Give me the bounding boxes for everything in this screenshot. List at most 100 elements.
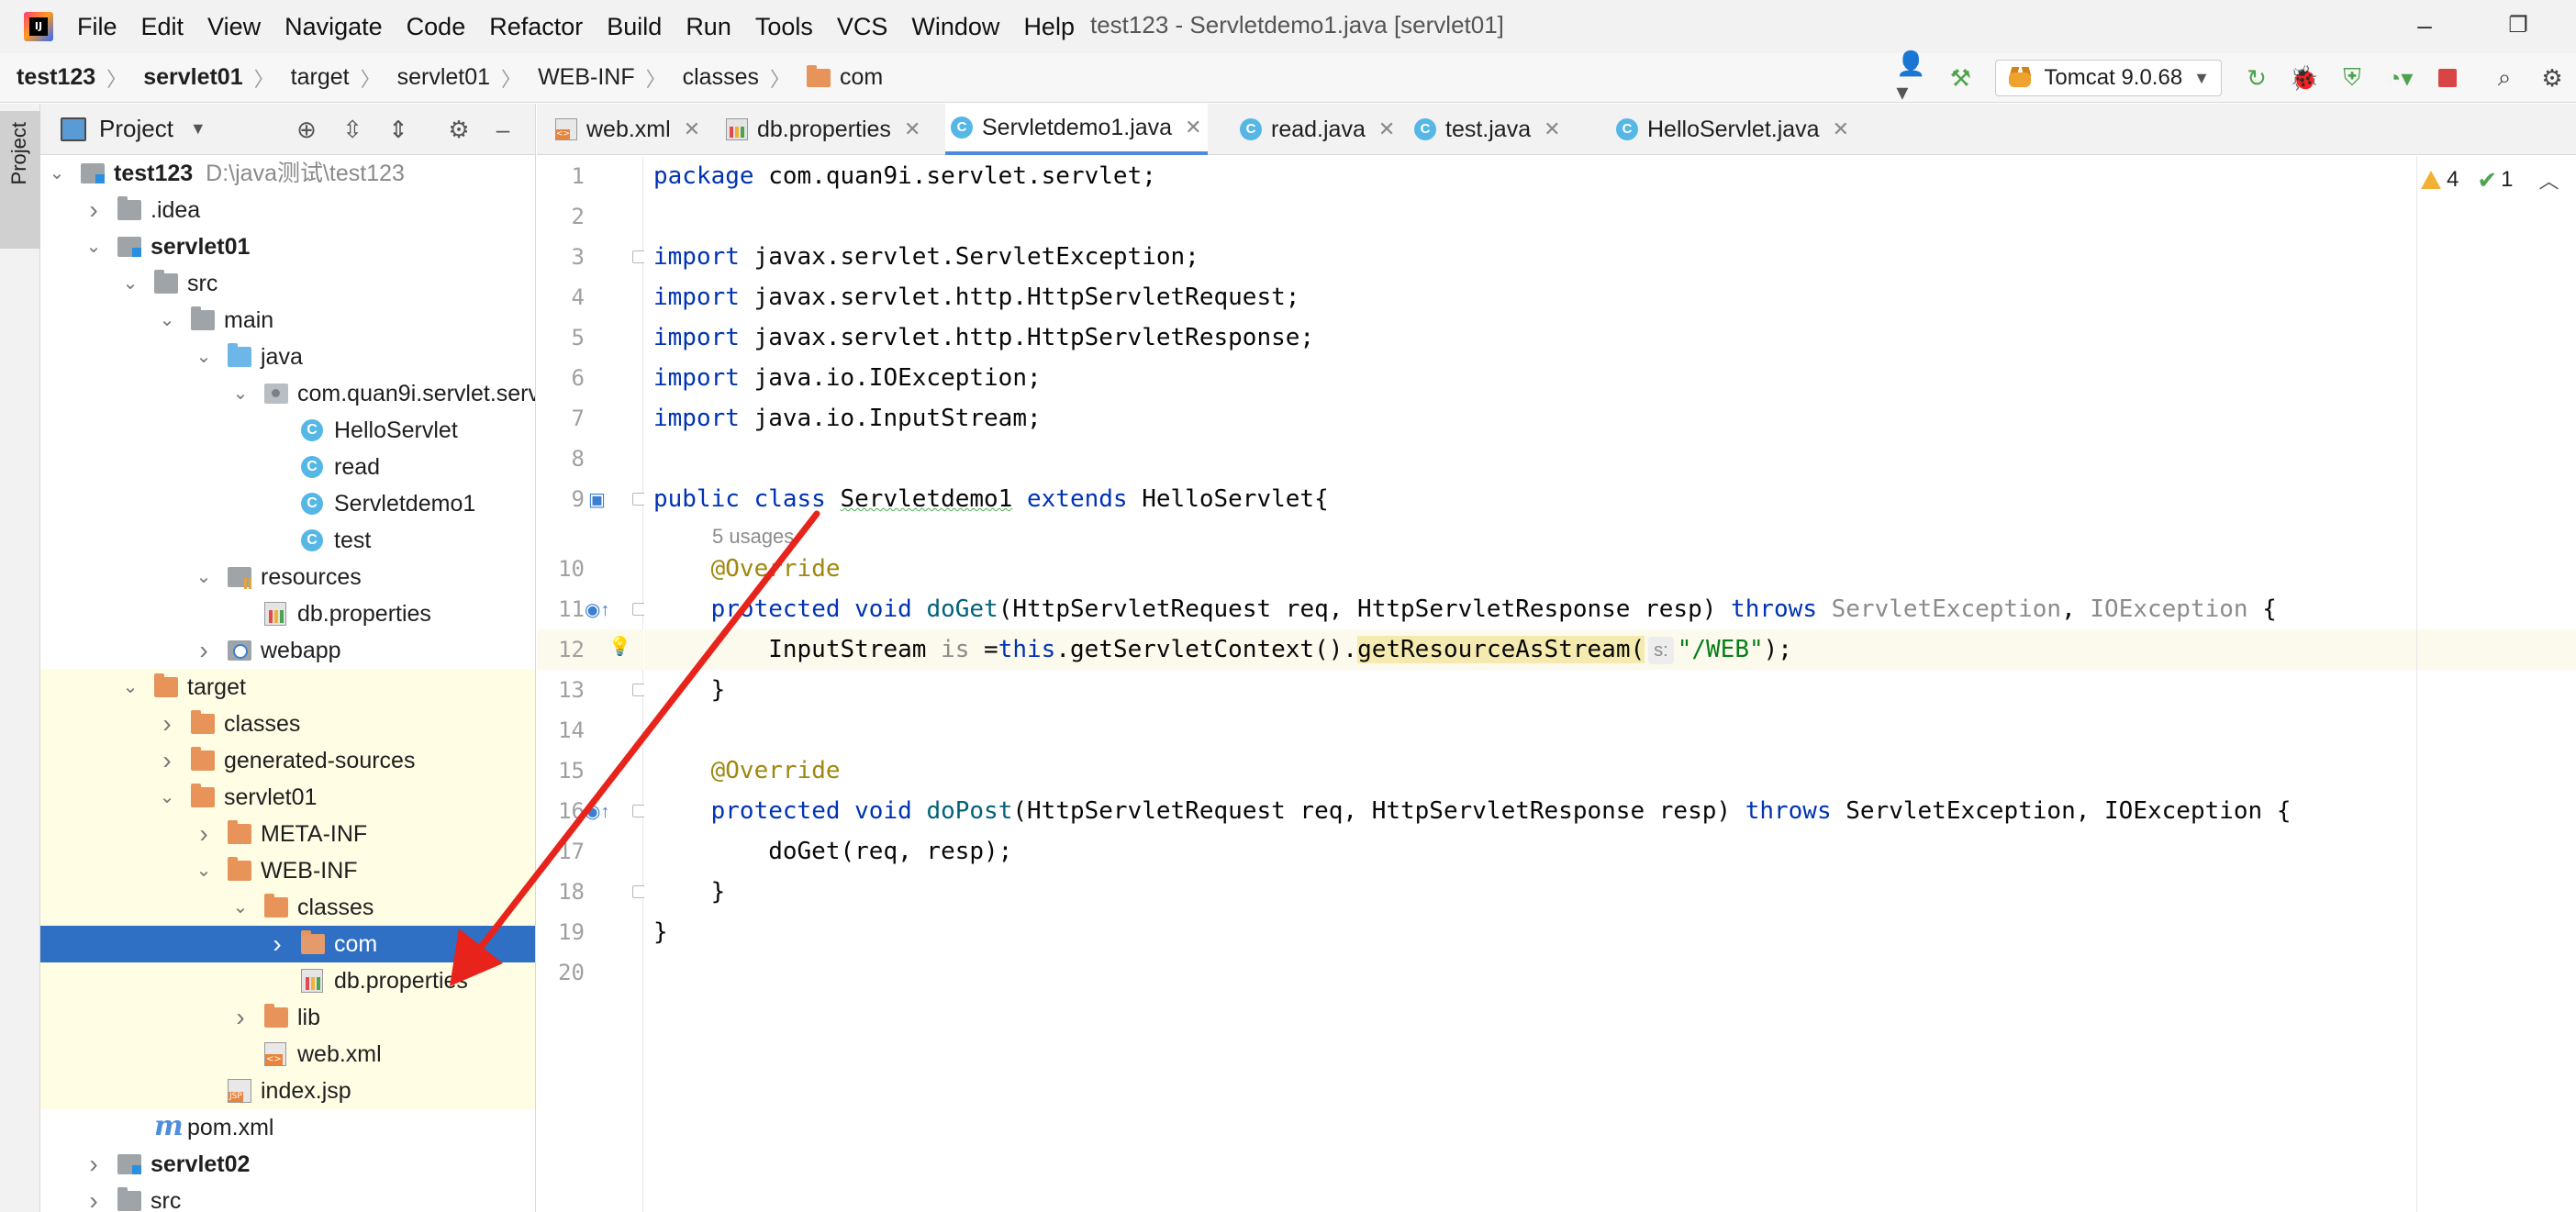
editor-tab[interactable]: C HelloServlet.java ✕ xyxy=(1611,104,1855,155)
chevron-right-icon[interactable]: › xyxy=(195,816,213,852)
chevron-down-icon[interactable]: ⌄ xyxy=(48,155,66,192)
chevron-right-icon[interactable]: › xyxy=(158,742,176,779)
minimize-icon[interactable]: – xyxy=(2406,7,2443,44)
restore-icon[interactable]: ❐ xyxy=(2500,7,2537,44)
chevron-down-icon[interactable]: ⌄ xyxy=(231,375,250,412)
chevron-down-icon[interactable]: ⌄ xyxy=(158,779,176,816)
menu-vcs[interactable]: VCS xyxy=(837,13,888,41)
chevron-down-icon[interactable]: ⌄ xyxy=(121,265,139,302)
coverage-icon[interactable]: ⛨ xyxy=(2336,61,2369,95)
tree-item[interactable]: ⌄ servlet01 xyxy=(40,779,535,816)
breadcrumb-item[interactable]: test123 〉 xyxy=(0,63,127,93)
menu-edit[interactable]: Edit xyxy=(141,13,184,41)
project-panel-title[interactable]: Project xyxy=(99,115,173,143)
chevron-down-icon[interactable]: ⌄ xyxy=(195,339,213,375)
tree-item[interactable]: ⌄ WEB-INF xyxy=(40,852,535,889)
editor-tab[interactable]: C Servletdemo1.java ✕ xyxy=(945,104,1208,155)
tree-item[interactable]: › src xyxy=(40,1183,535,1212)
tree-item[interactable]: › servlet02 xyxy=(40,1146,535,1183)
locate-icon[interactable]: ⊕ xyxy=(290,113,323,146)
chevron-down-icon[interactable]: ▼ xyxy=(190,119,206,139)
tree-item[interactable]: ⌄ java xyxy=(40,339,535,375)
tree-item[interactable]: db.properties xyxy=(40,962,535,999)
tree-item[interactable]: ⌄ classes xyxy=(40,889,535,926)
chevron-right-icon[interactable]: › xyxy=(158,706,176,742)
tree-item[interactable]: › generated-sources xyxy=(40,742,535,779)
chevron-right-icon[interactable]: › xyxy=(84,1146,103,1183)
override-method-icon[interactable]: ◉↑ xyxy=(585,598,609,621)
chevron-down-icon[interactable]: ⌄ xyxy=(158,302,176,339)
chevron-right-icon[interactable]: › xyxy=(84,1183,103,1212)
rerun-icon[interactable]: ↻ xyxy=(2240,61,2273,95)
tree-item[interactable]: › webapp xyxy=(40,632,535,669)
user-icon[interactable]: 👤▾ xyxy=(1896,50,1929,106)
chevron-right-icon[interactable]: › xyxy=(268,926,286,962)
menu-build[interactable]: Build xyxy=(607,13,662,41)
breadcrumb-item[interactable]: servlet01 〉 xyxy=(127,63,273,93)
close-icon[interactable]: ✕ xyxy=(1833,117,1849,141)
close-icon[interactable]: ✕ xyxy=(684,117,700,141)
fold-icon[interactable] xyxy=(632,684,645,696)
fold-icon[interactable] xyxy=(632,603,645,616)
chevron-down-icon[interactable]: ⌄ xyxy=(195,559,213,595)
breadcrumb-item[interactable]: com xyxy=(790,64,883,91)
chevron-right-icon[interactable]: › xyxy=(84,192,103,228)
tree-item[interactable]: ⌄ servlet01 xyxy=(40,228,535,265)
menu-help[interactable]: Help xyxy=(1023,13,1075,41)
chevron-down-icon[interactable]: ⌄ xyxy=(231,889,250,926)
tree-item[interactable]: index.jsp xyxy=(40,1073,535,1109)
menu-view[interactable]: View xyxy=(207,13,261,41)
tree-item[interactable]: › com xyxy=(40,926,535,962)
breadcrumb-item[interactable]: WEB-INF 〉 xyxy=(521,63,666,93)
editor-tab[interactable]: Cread.java ✕ xyxy=(1234,104,1400,155)
chevron-down-icon[interactable]: ⌄ xyxy=(121,669,139,706)
menu-refactor[interactable]: Refactor xyxy=(489,13,583,41)
chevron-up-icon[interactable]: ︿ xyxy=(2539,165,2559,195)
tree-item[interactable]: db.properties xyxy=(40,595,535,632)
fold-icon[interactable] xyxy=(632,250,645,263)
fold-icon[interactable] xyxy=(632,493,645,506)
project-tool-tab[interactable]: Project xyxy=(0,111,40,249)
menu-run[interactable]: Run xyxy=(686,13,731,41)
debug-icon[interactable]: 🐞 xyxy=(2288,61,2321,95)
code-editor[interactable]: package com.quan9i.servlet.servlet; impo… xyxy=(644,156,2576,1212)
tree-item[interactable]: m pom.xml xyxy=(40,1109,535,1146)
tree-item[interactable]: Cread xyxy=(40,449,535,485)
tree-item[interactable]: › lib xyxy=(40,999,535,1036)
editor-tab[interactable]: Ctest.java ✕ xyxy=(1409,104,1567,155)
tree-item[interactable]: Ctest xyxy=(40,522,535,559)
breadcrumb-item[interactable]: classes 〉 xyxy=(666,63,790,93)
chevron-down-icon[interactable]: ⌄ xyxy=(84,228,103,265)
menu-navigate[interactable]: Navigate xyxy=(284,13,383,41)
tree-item[interactable]: ⌄ com.quan9i.servlet.servl xyxy=(40,375,535,412)
tree-item[interactable]: › META-INF xyxy=(40,816,535,852)
collapse-all-icon[interactable]: ⇕ xyxy=(382,113,415,146)
tree-item[interactable]: C Servletdemo1 xyxy=(40,485,535,522)
chevron-right-icon[interactable]: › xyxy=(195,632,213,669)
fold-icon[interactable] xyxy=(632,805,645,817)
build-hammer-icon[interactable]: ⚒ xyxy=(1944,61,1977,95)
usages-hint[interactable]: 5 usages xyxy=(712,525,794,549)
hide-icon[interactable]: – xyxy=(486,113,519,146)
profile-icon[interactable]: ◔▾ xyxy=(2383,61,2416,95)
tree-item[interactable]: ⌄ target xyxy=(40,669,535,706)
override-method-icon[interactable]: ◉↑ xyxy=(585,800,609,823)
expand-all-icon[interactable]: ⇳ xyxy=(336,113,369,146)
search-icon[interactable]: ⌕ xyxy=(2488,61,2521,95)
menu-tools[interactable]: Tools xyxy=(755,13,813,41)
servlet-mapping-icon[interactable]: ▣ xyxy=(588,488,606,511)
editor-tab[interactable]: db.properties ✕ xyxy=(720,104,926,155)
menu-code[interactable]: Code xyxy=(407,13,466,41)
stop-icon[interactable] xyxy=(2431,61,2464,95)
tree-item[interactable]: ⌄ src xyxy=(40,265,535,302)
close-icon[interactable]: ✕ xyxy=(1185,116,1201,139)
editor-tab[interactable]: web.xml ✕ xyxy=(550,104,706,155)
close-icon[interactable]: ✕ xyxy=(1544,117,1560,141)
gear-icon[interactable]: ⚙ xyxy=(442,113,475,146)
tree-item[interactable]: web.xml xyxy=(40,1036,535,1073)
close-icon[interactable]: ✕ xyxy=(904,117,920,141)
tree-item[interactable]: › .idea xyxy=(40,192,535,228)
tree-item[interactable]: ⌄ main xyxy=(40,302,535,339)
settings-icon[interactable]: ⚙ xyxy=(2536,61,2569,95)
chevron-down-icon[interactable]: ⌄ xyxy=(195,852,213,889)
